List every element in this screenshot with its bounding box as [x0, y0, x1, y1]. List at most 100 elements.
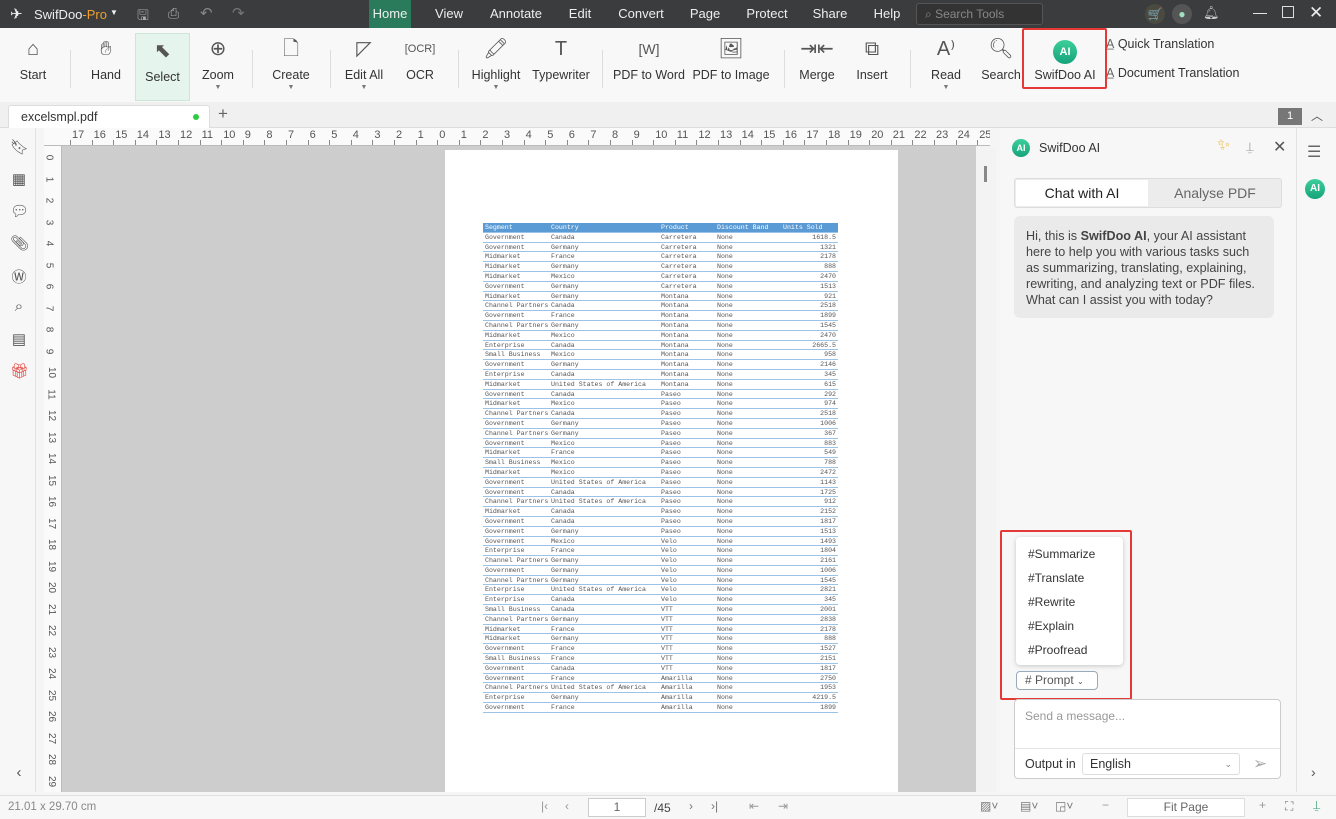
- search-tools-input[interactable]: ⌕ Search Tools: [916, 3, 1043, 25]
- select-button[interactable]: ⬉ Select: [135, 33, 190, 101]
- quick-translation-button[interactable]: A̲ Quick Translation: [1106, 37, 1214, 51]
- minimize-icon[interactable]: —: [1253, 4, 1267, 20]
- fullscreen-icon[interactable]: ⛶: [1285, 799, 1293, 814]
- table-row: Government Germany Paseo None 1513: [483, 527, 838, 537]
- menu-edit[interactable]: Edit: [564, 0, 596, 28]
- word-count-icon[interactable]: Ⓦ: [10, 266, 28, 287]
- settings-sliders-icon[interactable]: ☰: [1307, 142, 1321, 162]
- previous-view-icon[interactable]: ⇤: [749, 799, 759, 813]
- zoom-out-icon[interactable]: −: [1102, 798, 1109, 812]
- table-cell: Montana: [661, 370, 689, 378]
- close-panel-icon[interactable]: ✕: [1273, 137, 1286, 157]
- tab-analyse-pdf[interactable]: Analyse PDF: [1149, 180, 1281, 206]
- document-translation-button[interactable]: A̲ Document Translation: [1106, 66, 1239, 80]
- cart-icon[interactable]: 🛒: [1145, 4, 1165, 24]
- menu-annotate[interactable]: Annotate: [487, 0, 545, 28]
- zoom-button[interactable]: ⊕ Zoom ▼: [196, 32, 240, 100]
- scroll-thumb[interactable]: [984, 166, 987, 182]
- table-cell: 958: [824, 351, 836, 359]
- table-cell: 1513: [820, 282, 836, 290]
- print-icon[interactable]: ⎙: [168, 5, 179, 22]
- menu-protect[interactable]: Protect: [744, 0, 790, 28]
- save-icon[interactable]: 🖫: [137, 5, 149, 29]
- undo-icon[interactable]: ↶: [200, 4, 213, 22]
- redo-icon[interactable]: ↷: [232, 4, 245, 22]
- edit-all-button[interactable]: ◸ Edit All ▼: [340, 32, 388, 100]
- pdf-to-word-button[interactable]: [W] PDF to Word: [612, 32, 686, 100]
- typewriter-button[interactable]: T Typewriter: [530, 32, 592, 100]
- output-language-select[interactable]: English ⌄: [1082, 753, 1240, 775]
- ruler-label: 5: [331, 129, 338, 141]
- create-button[interactable]: 🗋 Create ▼: [268, 32, 314, 100]
- next-page-icon[interactable]: ›: [689, 799, 693, 813]
- table-cell: None: [717, 596, 733, 604]
- ocr-button[interactable]: [OCR] OCR: [400, 32, 440, 100]
- message-input[interactable]: Send a message...: [1025, 709, 1125, 723]
- background-icon[interactable]: ▨˅: [980, 799, 998, 813]
- table-cell: Government: [485, 390, 525, 398]
- search-button[interactable]: 🔍︎ Search: [980, 32, 1022, 100]
- new-tab-button[interactable]: +: [218, 104, 228, 124]
- menu-home[interactable]: Home: [369, 0, 411, 28]
- tab-excelsmpl[interactable]: excelsmpl.pdf: [8, 105, 210, 128]
- search-icon[interactable]: ⌕: [10, 298, 28, 315]
- pin-toolbar-icon[interactable]: ⍊: [1313, 798, 1320, 813]
- ruler-label: 24: [46, 667, 58, 680]
- send-icon[interactable]: ➢: [1253, 754, 1267, 774]
- collapse-sidebar-icon[interactable]: ‹: [10, 764, 28, 781]
- read-button[interactable]: A⁾ Read ▼: [926, 32, 966, 100]
- menu-convert[interactable]: Convert: [615, 0, 667, 28]
- ai-sidebar-icon[interactable]: AI: [1305, 179, 1325, 199]
- zoom-label: Zoom: [202, 68, 234, 82]
- table-cell: 1618.5: [812, 233, 836, 241]
- zoom-mode-select[interactable]: Fit Page: [1127, 798, 1245, 817]
- ruler-label: 8: [266, 129, 273, 141]
- table-cell: None: [717, 625, 733, 633]
- page-layout-icon[interactable]: ▤˅: [1020, 799, 1038, 813]
- document-tab-bar: excelsmpl.pdf + 1 ︿: [0, 102, 1336, 128]
- vertical-scrollbar[interactable]: [976, 146, 996, 792]
- thumbnails-icon[interactable]: ▦: [10, 170, 28, 188]
- hand-button[interactable]: ✋︎ Hand: [84, 32, 128, 100]
- table-cell: 1493: [820, 537, 836, 545]
- menu-page[interactable]: Page: [688, 0, 722, 28]
- next-view-icon[interactable]: ⇥: [778, 799, 788, 813]
- pdf-to-image-button[interactable]: 🖼︎ PDF to Image: [692, 32, 770, 100]
- table-cell: France: [551, 645, 575, 653]
- prev-page-icon[interactable]: ‹: [565, 799, 569, 813]
- expand-panel-icon[interactable]: ›: [1311, 764, 1316, 780]
- close-window-icon[interactable]: ✕: [1309, 3, 1323, 23]
- table-cell: Germany: [551, 635, 579, 643]
- insert-button[interactable]: ⧉ Insert: [850, 32, 894, 100]
- comment-icon[interactable]: 💬︎: [10, 202, 29, 220]
- attachment-icon[interactable]: 📎︎: [10, 234, 29, 252]
- notification-bell-icon[interactable]: 🔔︎: [1203, 5, 1220, 21]
- menu-share[interactable]: Share: [812, 0, 848, 28]
- gift-icon[interactable]: 🎁︎: [10, 362, 29, 380]
- account-icon[interactable]: ●: [1172, 4, 1192, 24]
- table-cell: Government: [485, 488, 525, 496]
- app-menu-dropdown-icon[interactable]: ▼: [110, 8, 118, 17]
- zoom-in-icon[interactable]: +: [1259, 798, 1266, 812]
- page-number-input[interactable]: 1: [588, 798, 646, 817]
- collapse-ribbon-icon[interactable]: ︿: [1311, 107, 1323, 124]
- form-icon[interactable]: ▤: [10, 330, 28, 348]
- bookmark-icon[interactable]: 🔖︎: [10, 138, 29, 156]
- rotate-view-icon[interactable]: ◲˅: [1055, 799, 1073, 813]
- menu-help[interactable]: Help: [872, 0, 902, 28]
- table-cell: VTT: [661, 635, 673, 643]
- pin-icon[interactable]: ⍊: [1246, 139, 1254, 155]
- maximize-icon[interactable]: [1282, 6, 1294, 18]
- table-row: Midmarket Mexico Paseo None 2472: [483, 468, 838, 478]
- ruler-label: 11: [201, 129, 214, 141]
- ruler-label: 6: [44, 283, 55, 290]
- merge-button[interactable]: ⇥⇤ Merge: [794, 32, 840, 100]
- last-page-icon[interactable]: ›|: [711, 799, 718, 813]
- first-page-icon[interactable]: |‹: [541, 799, 548, 813]
- sparkle-icon[interactable]: ✨︎: [1217, 137, 1230, 155]
- menu-view[interactable]: View: [430, 0, 468, 28]
- tab-chat-with-ai[interactable]: Chat with AI: [1016, 180, 1148, 206]
- start-button[interactable]: ⌂ Start: [12, 32, 54, 100]
- highlight-button[interactable]: 🖍︎ Highlight ▼: [468, 32, 524, 100]
- table-cell: Velo: [661, 557, 677, 565]
